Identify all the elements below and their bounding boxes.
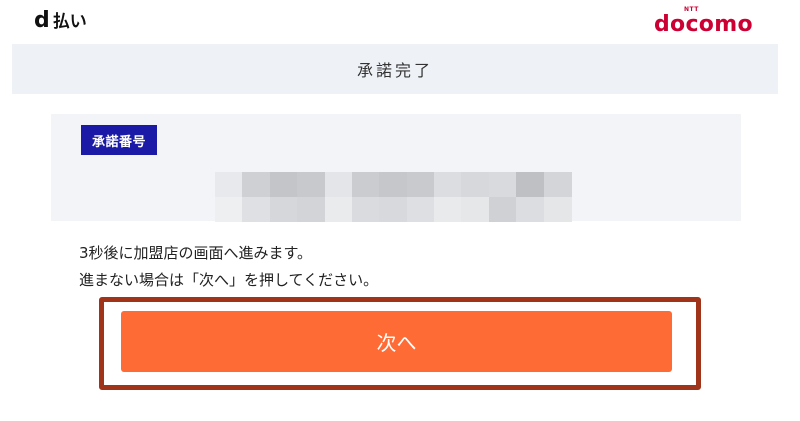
- blurred-digit-cell: [215, 172, 243, 197]
- blurred-digit-cell: [324, 196, 353, 222]
- blurred-digit-cell: [461, 172, 490, 197]
- approval-number-badge: 承諾番号: [81, 125, 158, 155]
- next-button[interactable]: 次へ: [121, 311, 672, 372]
- blurred-digit-cell: [379, 196, 408, 222]
- blurred-digit-cell: [297, 172, 326, 197]
- redirect-message-line-1: 3秒後に加盟店の画面へ進みます。: [79, 244, 313, 262]
- blurred-digit-cell: [434, 196, 463, 222]
- blurred-digit-cell: [461, 196, 490, 222]
- blurred-digit-cell: [543, 196, 572, 222]
- docomo-logo: NTT docomo: [654, 6, 764, 37]
- blurred-digit-cell: [406, 172, 435, 197]
- approval-number-panel: 承諾番号: [51, 114, 741, 222]
- blurred-digit-cell: [269, 172, 298, 197]
- blurred-digit-cell: [406, 196, 435, 222]
- d-payment-logo: d 払い: [34, 8, 87, 33]
- blurred-digit-cell: [351, 196, 380, 222]
- page-title: 承諾完了: [356, 61, 433, 80]
- blurred-digit-cell: [434, 172, 463, 197]
- blurred-digit-cell: [488, 172, 517, 197]
- blurred-digit-cell: [242, 172, 271, 197]
- title-bar: 承諾完了: [12, 44, 778, 94]
- blurred-digit-cell: [297, 196, 326, 222]
- blurred-digit-cell: [379, 172, 408, 197]
- blurred-digit-cell: [242, 196, 271, 222]
- approval-number-blurred: [215, 172, 572, 222]
- blurred-digit-cell: [351, 172, 380, 197]
- d-payment-logo-mark: d: [34, 8, 50, 33]
- blurred-digit-cell: [324, 172, 353, 197]
- blurred-digit-cell: [488, 196, 517, 222]
- redirect-message-line-2: 進まない場合は「次へ」を押してください。: [79, 271, 379, 289]
- blurred-digit-cell: [516, 196, 545, 222]
- docomo-logo-word: docomo: [654, 12, 753, 37]
- d-payment-logo-text: 払い: [52, 12, 87, 32]
- redirect-message: 3秒後に加盟店の画面へ進みます。 進まない場合は「次へ」を押してください。: [79, 240, 378, 294]
- blurred-digit-cell: [215, 196, 243, 222]
- blurred-digit-cell: [269, 196, 298, 222]
- blurred-digit-cell: [543, 172, 572, 197]
- blurred-digit-cell: [516, 172, 545, 197]
- header: d 払い NTT docomo: [0, 0, 800, 40]
